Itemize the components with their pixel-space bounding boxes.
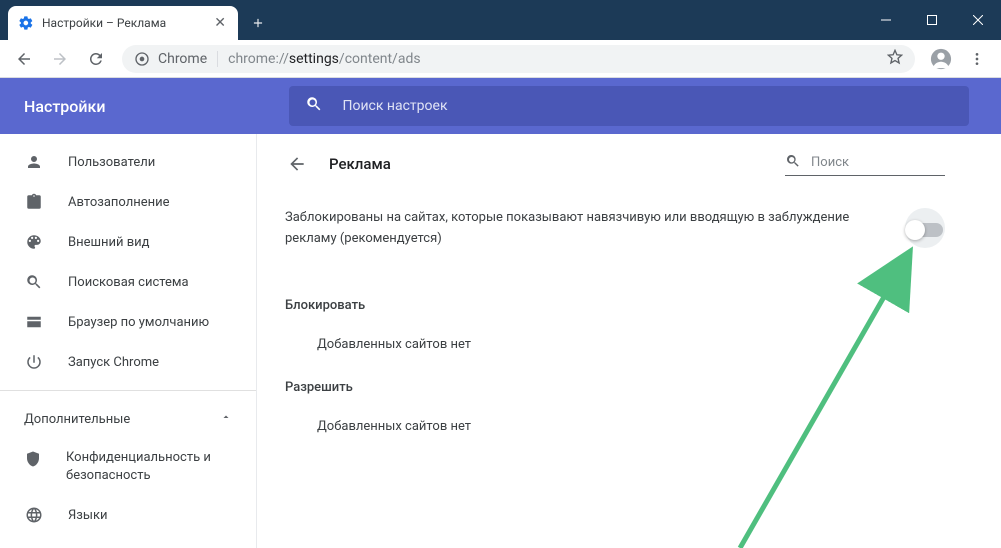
minimize-button[interactable]	[863, 0, 909, 40]
power-icon	[24, 352, 44, 372]
sidebar-item-startup[interactable]: Запуск Chrome	[0, 342, 256, 382]
sidebar-item-users[interactable]: Пользователи	[0, 142, 256, 182]
url-text: chrome://settings/content/ads	[228, 51, 420, 67]
ads-toggle[interactable]	[905, 208, 945, 248]
settings-title: Настройки	[0, 97, 256, 116]
sidebar-item-languages[interactable]: Языки	[0, 495, 256, 535]
sidebar-item-privacy[interactable]: Конфиденциальность и безопасность	[0, 439, 256, 495]
page-search[interactable]	[785, 153, 945, 176]
page-search-input[interactable]	[811, 155, 977, 170]
sidebar-item-autofill[interactable]: Автозаполнение	[0, 182, 256, 222]
back-button[interactable]	[8, 43, 40, 75]
sidebar-item-label: Запуск Chrome	[68, 355, 159, 370]
gear-icon	[18, 15, 34, 31]
block-empty-text: Добавленных сайтов нет	[285, 337, 945, 352]
clipboard-icon	[24, 192, 44, 212]
sidebar-advanced-label: Дополнительные	[24, 412, 130, 427]
ads-settings-card: Реклама Заблокированы на сайтах, которые…	[285, 134, 945, 548]
reload-button[interactable]	[80, 43, 112, 75]
sidebar-item-label: Языки	[68, 508, 108, 523]
tab-title: Настройки – Реклама	[42, 16, 212, 30]
sidebar-item-search[interactable]: Поисковая система	[0, 262, 256, 302]
plus-icon	[251, 16, 265, 30]
page-title: Реклама	[329, 155, 785, 173]
new-tab-button[interactable]	[244, 9, 272, 37]
sidebar-item-label: Конфиденциальность и безопасность	[66, 449, 256, 485]
sidebar-item-label: Автозаполнение	[68, 195, 170, 210]
chevron-up-icon	[220, 411, 232, 427]
settings-search[interactable]	[289, 86, 969, 126]
settings-header: Настройки	[0, 78, 1001, 134]
globe-icon	[24, 505, 44, 525]
allow-empty-text: Добавленных сайтов нет	[285, 419, 945, 434]
kebab-menu-button[interactable]	[961, 43, 993, 75]
search-icon	[24, 272, 44, 292]
sidebar-item-label: Пользователи	[68, 155, 155, 170]
forward-button[interactable]	[44, 43, 76, 75]
sidebar-item-default-browser[interactable]: Браузер по умолчанию	[0, 302, 256, 342]
close-icon[interactable]: ✕	[212, 15, 228, 31]
sidebar-item-label: Браузер по умолчанию	[68, 315, 209, 330]
settings-main: Реклама Заблокированы на сайтах, которые…	[256, 134, 1001, 548]
url-scheme-label: Chrome	[158, 51, 207, 67]
sidebar-advanced-toggle[interactable]: Дополнительные	[0, 399, 256, 439]
person-icon	[24, 152, 44, 172]
settings-sidebar: Пользователи Автозаполнение Внешний вид …	[0, 134, 256, 548]
bookmark-star-icon[interactable]	[887, 49, 903, 69]
sidebar-item-label: Внешний вид	[68, 235, 150, 250]
settings-search-input[interactable]	[343, 98, 953, 114]
ads-toggle-description: Заблокированы на сайтах, которые показыв…	[285, 208, 905, 250]
shield-icon	[24, 449, 42, 469]
block-section-heading: Блокировать	[285, 298, 945, 313]
allow-section-heading: Разрешить	[285, 380, 945, 395]
profile-button[interactable]	[925, 43, 957, 75]
back-arrow-button[interactable]	[285, 152, 309, 176]
close-window-button[interactable]	[955, 0, 1001, 40]
sidebar-item-label: Поисковая система	[68, 275, 189, 290]
window-controls	[863, 0, 1001, 40]
browser-tab[interactable]: Настройки – Реклама ✕	[8, 6, 238, 40]
maximize-button[interactable]	[909, 0, 955, 40]
window-titlebar: Настройки – Реклама ✕	[0, 0, 1001, 40]
separator	[217, 51, 218, 67]
search-icon	[305, 95, 323, 117]
separator	[0, 390, 256, 391]
address-bar[interactable]: Chrome chrome://settings/content/ads	[122, 45, 915, 73]
sidebar-item-appearance[interactable]: Внешний вид	[0, 222, 256, 262]
palette-icon	[24, 232, 44, 252]
browser-icon	[24, 312, 44, 332]
toolbar: Chrome chrome://settings/content/ads	[0, 40, 1001, 78]
chrome-product-icon	[134, 51, 150, 67]
ads-toggle-row: Заблокированы на сайтах, которые показыв…	[285, 204, 945, 278]
search-icon	[785, 153, 801, 173]
